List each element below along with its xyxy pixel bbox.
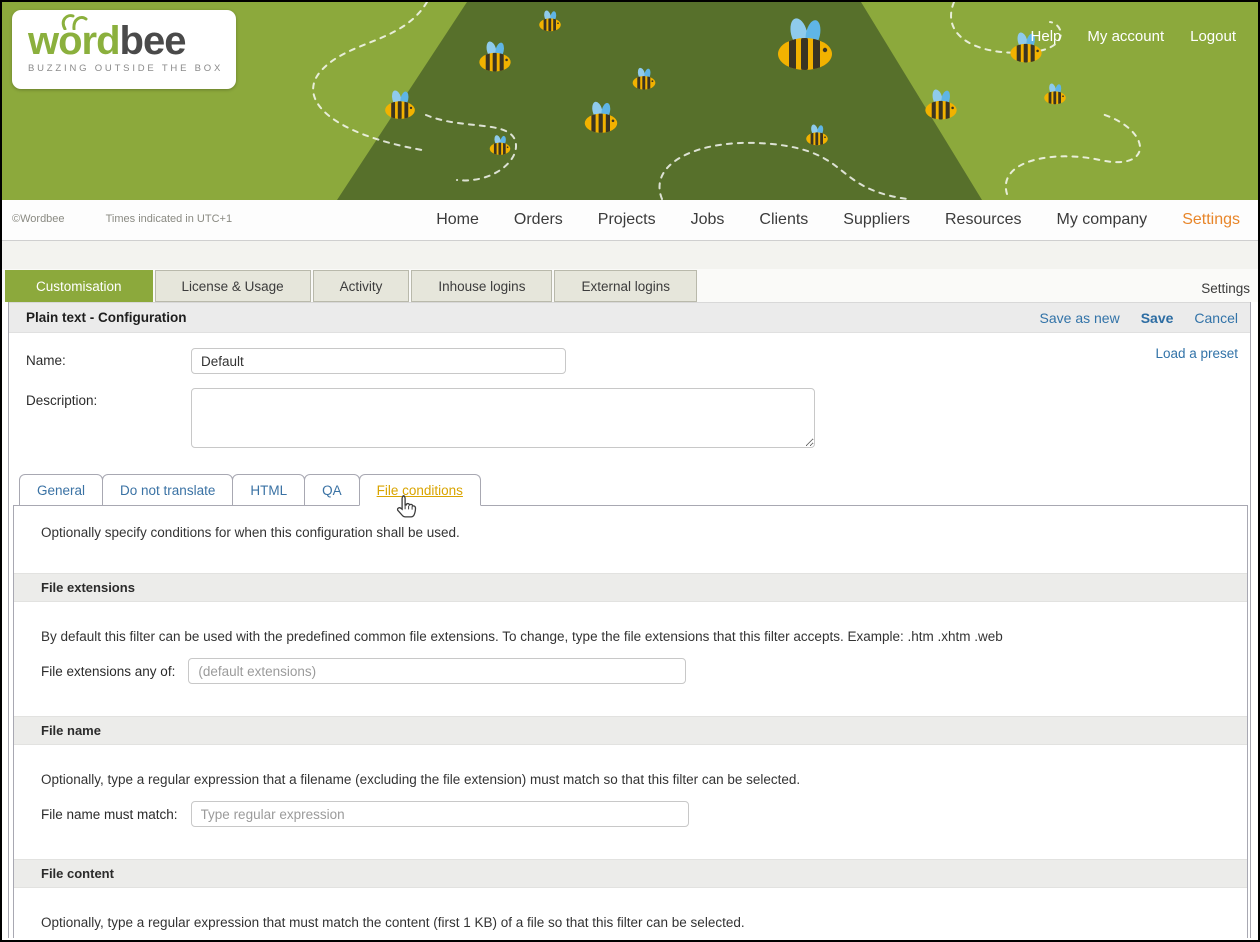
- settings-tabs: Customisation License & Usage Activity I…: [5, 270, 697, 302]
- wordbee-logo: wordbee BUZZING OUTSIDE THE BOX: [12, 10, 236, 89]
- nav-item-my-company[interactable]: My company: [1056, 211, 1147, 229]
- file-content-section-bar: File content: [14, 859, 1247, 888]
- name-row: Name:: [9, 348, 1250, 374]
- nav-item-settings[interactable]: Settings: [1182, 211, 1240, 229]
- tab-inhouse-logins[interactable]: Inhouse logins: [411, 270, 552, 302]
- logo-antennae-icon: [58, 12, 88, 30]
- name-input[interactable]: [191, 348, 566, 374]
- file-name-section-bar: File name: [14, 716, 1247, 745]
- nav-item-jobs[interactable]: Jobs: [691, 211, 725, 229]
- description-label: Description:: [9, 388, 191, 408]
- config-form: Load a preset Name: Description:: [9, 333, 1250, 448]
- file-extensions-section-bar: File extensions: [14, 573, 1247, 602]
- file-extensions-label: File extensions any of:: [41, 664, 175, 679]
- config-header-bar: Plain text - Configuration Save as new S…: [9, 302, 1250, 333]
- file-content-description: Optionally, type a regular expression th…: [14, 888, 1247, 930]
- tab-activity[interactable]: Activity: [313, 270, 410, 302]
- file-extensions-description: By default this filter can be used with …: [14, 602, 1247, 644]
- subtab-qa[interactable]: QA: [304, 474, 360, 506]
- my-account-link[interactable]: My account: [1087, 28, 1164, 45]
- logo-text: wordbee: [28, 20, 236, 62]
- page-title: Plain text - Configuration: [9, 310, 187, 325]
- banner: wordbee BUZZING OUTSIDE THE BOX Help My …: [2, 2, 1258, 200]
- copyright-label: ©Wordbee: [12, 213, 65, 225]
- file-extensions-row: File extensions any of:: [14, 658, 1247, 684]
- tab-license-usage[interactable]: License & Usage: [155, 270, 311, 302]
- nav-item-projects[interactable]: Projects: [598, 211, 656, 229]
- file-name-row: File name must match:: [14, 801, 1247, 827]
- spacer-band: [2, 241, 1258, 269]
- content-wrapper: Plain text - Configuration Save as new S…: [8, 302, 1251, 938]
- bee-icon: [1044, 83, 1066, 105]
- banner-trapezoid: [337, 2, 982, 200]
- page: wordbee BUZZING OUTSIDE THE BOX Help My …: [0, 0, 1260, 942]
- file-name-input[interactable]: [191, 801, 689, 827]
- save-as-new-button[interactable]: Save as new: [1040, 310, 1120, 326]
- description-row: Description:: [9, 388, 1250, 448]
- bee-icon: [925, 88, 956, 120]
- topbar-meta: ©Wordbee Times indicated in UTC+1: [12, 213, 232, 225]
- topbar: ©Wordbee Times indicated in UTC+1 Home O…: [2, 200, 1258, 241]
- description-textarea[interactable]: [191, 388, 815, 448]
- main-navigation: Home Orders Projects Jobs Clients Suppli…: [436, 200, 1240, 240]
- file-name-description: Optionally, type a regular expression th…: [14, 745, 1247, 787]
- subtab-general[interactable]: General: [19, 474, 103, 506]
- cancel-button[interactable]: Cancel: [1194, 310, 1238, 326]
- help-link[interactable]: Help: [1031, 28, 1062, 45]
- settings-tabs-row: Customisation License & Usage Activity I…: [2, 269, 1258, 302]
- account-links: Help My account Logout: [1031, 28, 1236, 45]
- file-extensions-input[interactable]: [188, 658, 686, 684]
- logo-bee: bee: [120, 19, 186, 63]
- subtab-html[interactable]: HTML: [232, 474, 305, 506]
- save-button[interactable]: Save: [1141, 310, 1174, 326]
- subtab-do-not-translate[interactable]: Do not translate: [102, 474, 233, 506]
- nav-item-orders[interactable]: Orders: [514, 211, 563, 229]
- file-content-title: File content: [14, 866, 114, 881]
- nav-item-suppliers[interactable]: Suppliers: [843, 211, 910, 229]
- logout-link[interactable]: Logout: [1190, 28, 1236, 45]
- file-extensions-title: File extensions: [14, 580, 135, 595]
- file-name-title: File name: [14, 723, 101, 738]
- settings-context-label: Settings: [1201, 281, 1250, 296]
- name-label: Name:: [9, 348, 191, 368]
- subtab-file-conditions[interactable]: File conditions: [359, 474, 481, 506]
- load-preset-link[interactable]: Load a preset: [1155, 346, 1238, 361]
- nav-item-home[interactable]: Home: [436, 211, 479, 229]
- tab-external-logins[interactable]: External logins: [554, 270, 697, 302]
- tab-customisation[interactable]: Customisation: [5, 270, 153, 302]
- file-name-label: File name must match:: [41, 807, 178, 822]
- config-subtabs: General Do not translate HTML QA File co…: [19, 474, 1250, 506]
- logo-tagline: BUZZING OUTSIDE THE BOX: [28, 63, 236, 74]
- nav-item-clients[interactable]: Clients: [759, 211, 808, 229]
- config-actions: Save as new Save Cancel: [1040, 310, 1250, 326]
- nav-item-resources[interactable]: Resources: [945, 211, 1021, 229]
- timezone-note: Times indicated in UTC+1: [106, 213, 232, 225]
- file-conditions-intro: Optionally specify conditions for when t…: [14, 506, 1247, 540]
- file-conditions-panel: Optionally specify conditions for when t…: [13, 505, 1248, 938]
